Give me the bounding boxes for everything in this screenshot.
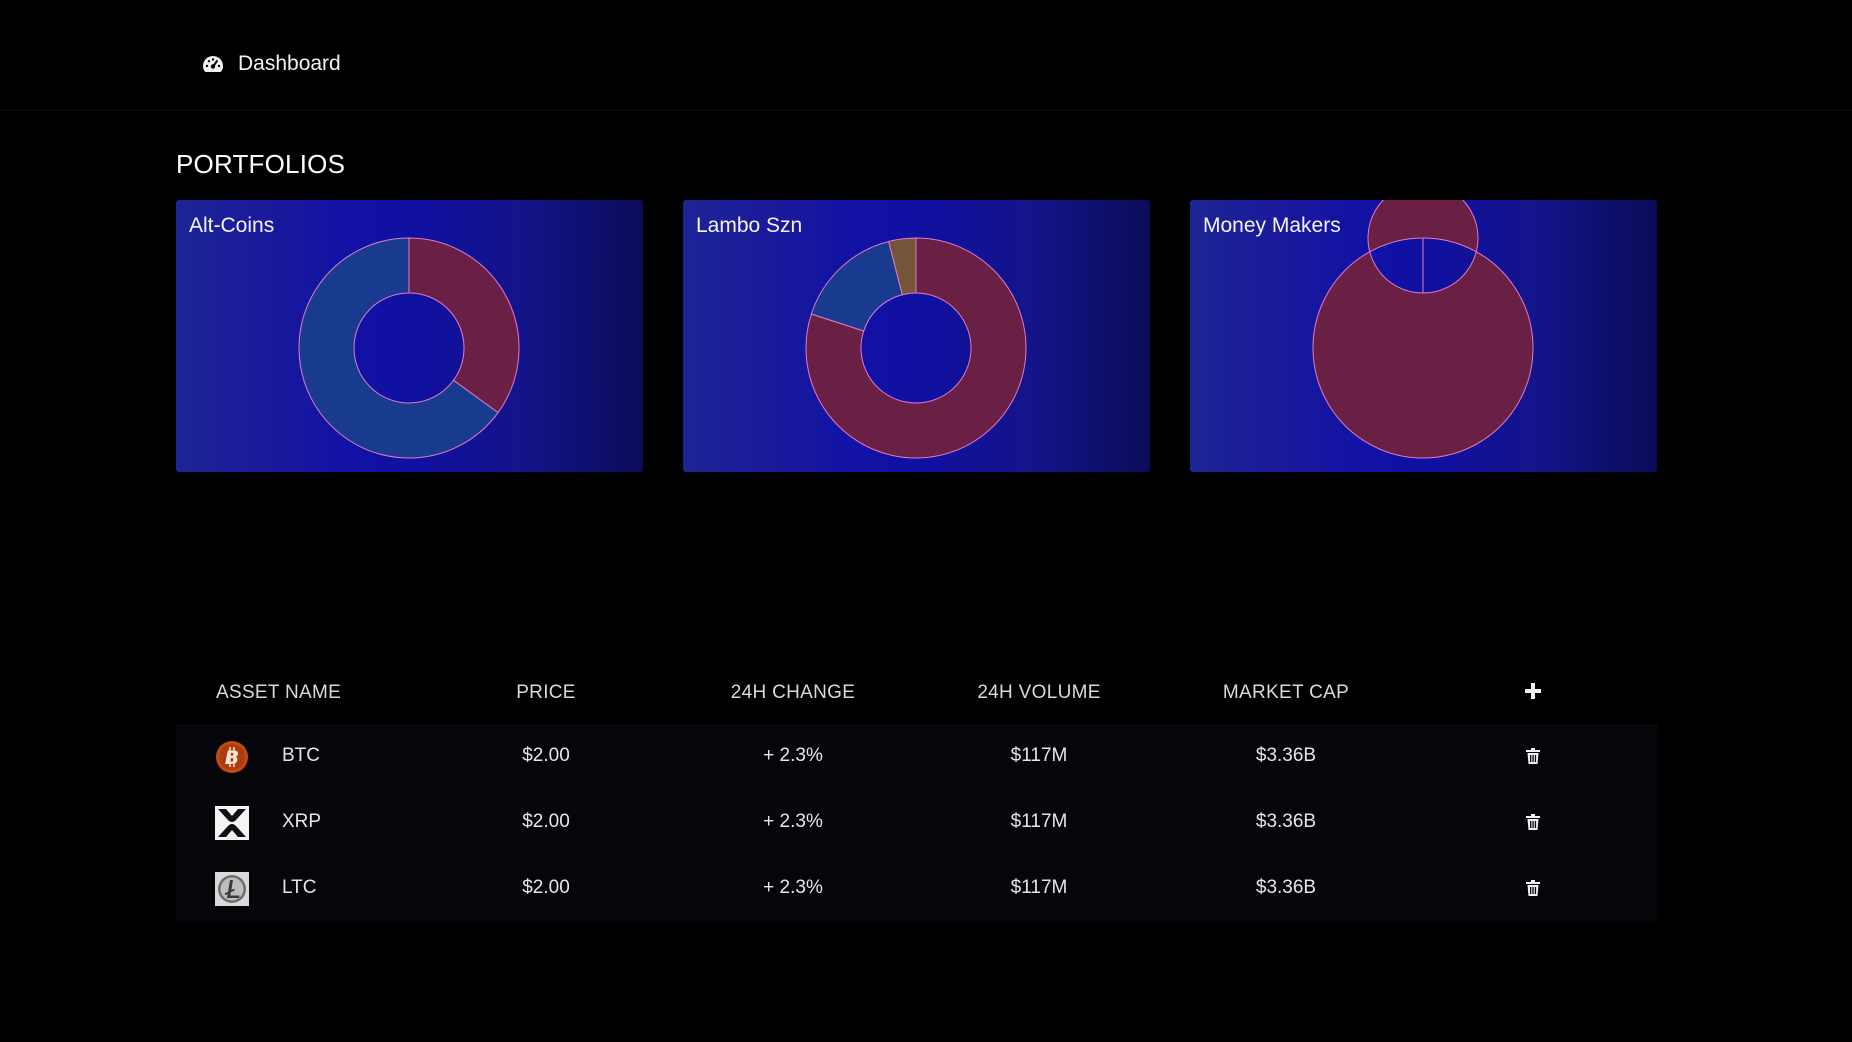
donut-slice[interactable] xyxy=(408,237,520,414)
asset-price: $2.00 xyxy=(522,745,570,766)
asset-market-cap: $3.36B xyxy=(1255,811,1317,832)
trash-icon xyxy=(1526,814,1540,830)
portfolios-title: PORTFOLIOS xyxy=(176,149,346,179)
asset-market-cap: $3.36B xyxy=(1255,745,1317,766)
asset-symbol: LTC xyxy=(282,877,317,898)
xrp-icon xyxy=(215,806,249,840)
portfolio-card-alt-coins[interactable]: Alt-Coins xyxy=(176,200,643,472)
plus-icon xyxy=(1525,683,1541,699)
table-row[interactable]: XRP $2.00 + 2.3% $117M $3.36B xyxy=(176,790,1658,856)
nav-dashboard[interactable]: Dashboard xyxy=(202,52,341,76)
asset-24h-volume: $117M xyxy=(1010,745,1068,766)
speedometer-icon xyxy=(202,55,224,73)
portfolio-donut-chart xyxy=(805,237,1027,459)
column-market-cap[interactable]: MARKET CAP xyxy=(1223,682,1349,704)
column-asset-name[interactable]: ASSET NAME xyxy=(216,682,341,704)
nav-dashboard-label: Dashboard xyxy=(238,52,341,75)
table-row[interactable]: LTC $2.00 + 2.3% $117M $3.36B xyxy=(176,856,1658,922)
asset-market-cap: $3.36B xyxy=(1255,877,1317,898)
asset-24h-volume: $117M xyxy=(1010,877,1068,898)
trash-icon xyxy=(1526,748,1540,764)
delete-asset-button[interactable] xyxy=(1526,814,1540,835)
asset-24h-change: + 2.3% xyxy=(763,877,823,898)
portfolio-card-money-makers[interactable]: Money Makers xyxy=(1190,200,1657,472)
trash-icon xyxy=(1526,880,1540,896)
portfolio-cards: Alt-Coins Lambo Szn Money Makers xyxy=(176,200,1657,472)
table-body: B BTC $2.00 + 2.3% $117M $3.36B XRP $2.0… xyxy=(176,724,1658,922)
litecoin-icon xyxy=(215,872,249,906)
donut-slice[interactable] xyxy=(810,240,903,332)
asset-24h-change: + 2.3% xyxy=(763,811,823,832)
delete-asset-button[interactable] xyxy=(1526,880,1540,901)
portfolio-card-lambo-szn[interactable]: Lambo Szn xyxy=(683,200,1150,472)
top-navbar: Dashboard xyxy=(0,0,1852,111)
asset-24h-change: + 2.3% xyxy=(763,745,823,766)
table-row[interactable]: B BTC $2.00 + 2.3% $117M $3.36B xyxy=(176,724,1658,790)
portfolio-donut-chart xyxy=(1312,200,1534,459)
asset-price: $2.00 xyxy=(522,811,570,832)
column-price[interactable]: PRICE xyxy=(516,682,576,704)
svg-text:B: B xyxy=(225,747,239,769)
asset-symbol: BTC xyxy=(282,745,320,766)
asset-symbol: XRP xyxy=(282,811,322,832)
column-24h-change[interactable]: 24H CHANGE xyxy=(731,682,855,704)
asset-price: $2.00 xyxy=(522,877,570,898)
add-asset-button[interactable] xyxy=(1525,683,1541,704)
bitcoin-icon: B xyxy=(215,740,249,774)
asset-24h-volume: $117M xyxy=(1010,811,1068,832)
table-header: ASSET NAME PRICE 24H CHANGE 24H VOLUME M… xyxy=(176,660,1658,724)
assets-table: ASSET NAME PRICE 24H CHANGE 24H VOLUME M… xyxy=(176,660,1658,922)
portfolio-donut-chart xyxy=(298,237,520,459)
column-24h-volume[interactable]: 24H VOLUME xyxy=(977,682,1100,704)
delete-asset-button[interactable] xyxy=(1526,748,1540,769)
